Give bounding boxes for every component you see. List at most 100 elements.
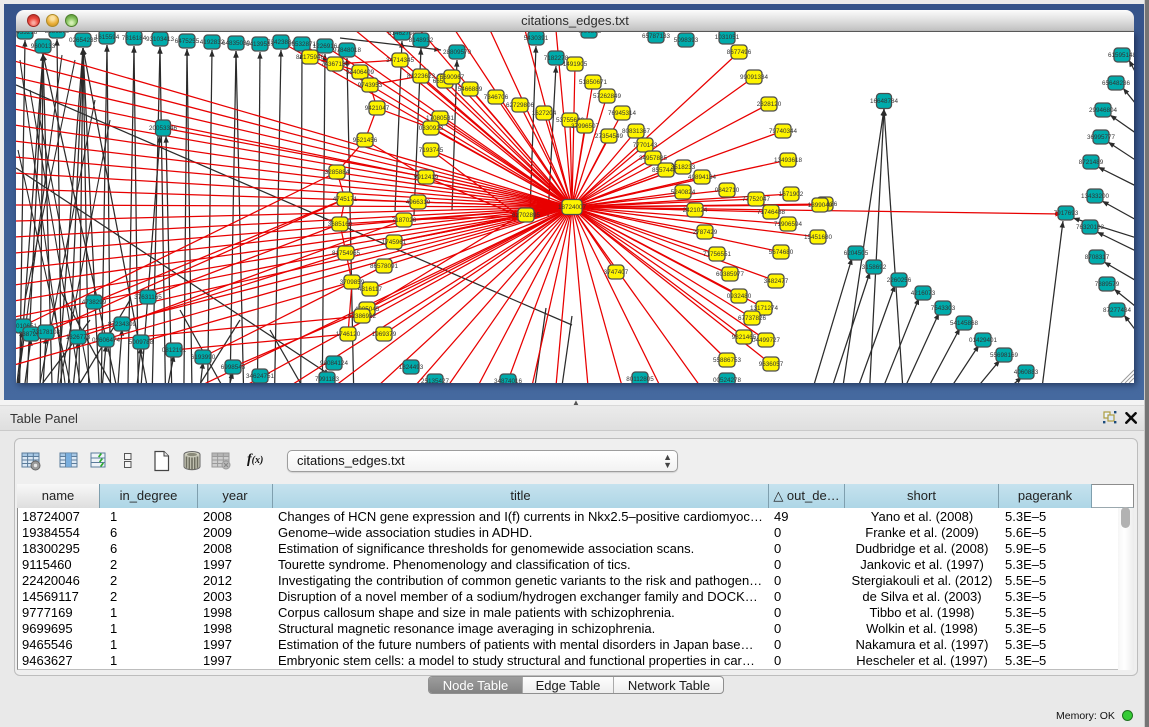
svg-text:16648784: 16648784 (870, 98, 899, 105)
svg-text:5098393: 5098393 (674, 37, 699, 44)
svg-text:36995777: 36995777 (1087, 134, 1116, 141)
svg-text:1399049: 1399049 (808, 202, 833, 209)
svg-text:62729806: 62729806 (506, 102, 535, 109)
svg-text:1969379: 1969379 (372, 331, 397, 338)
svg-text:7816184: 7816184 (122, 35, 147, 42)
svg-text:27354549: 27354549 (595, 133, 624, 140)
svg-text:74367136: 74367136 (321, 61, 350, 68)
svg-text:80112805: 80112805 (626, 376, 654, 383)
svg-text:4966319: 4966319 (406, 199, 431, 206)
svg-text:4745171: 4745171 (333, 196, 358, 203)
svg-text:55698169: 55698169 (990, 352, 1019, 359)
svg-text:71756551: 71756551 (703, 251, 732, 258)
svg-text:1627204: 1627204 (532, 110, 557, 117)
svg-text:6204505: 6204505 (844, 250, 869, 257)
svg-text:61595148: 61595148 (1108, 52, 1134, 59)
svg-text:29946804: 29946804 (1089, 107, 1118, 114)
svg-text:3709859: 3709859 (340, 279, 365, 286)
svg-text:25135427: 25135427 (421, 378, 450, 383)
svg-text:0433218: 0433218 (16, 32, 38, 36)
svg-text:86578091: 86578091 (370, 263, 399, 270)
svg-text:1824493: 1824493 (399, 364, 424, 371)
svg-text:2328120: 2328120 (757, 101, 782, 108)
svg-text:65648236: 65648236 (1102, 80, 1131, 87)
svg-text:9600133: 9600133 (31, 43, 56, 50)
svg-text:79740344: 79740344 (769, 128, 798, 135)
svg-text:13433200: 13433200 (1081, 193, 1110, 200)
svg-text:7770143: 7770143 (633, 142, 658, 149)
svg-text:34624751: 34624751 (246, 373, 275, 380)
svg-text:80831367: 80831367 (622, 128, 651, 135)
svg-text:0842710: 0842710 (715, 187, 740, 194)
svg-text:9636057: 9636057 (759, 361, 784, 368)
svg-text:34957885: 34957885 (639, 155, 668, 162)
svg-text:5466889: 5466889 (458, 86, 483, 93)
svg-text:2260256: 2260256 (887, 277, 912, 284)
svg-text:87234309: 87234309 (108, 321, 137, 328)
svg-text:8148932: 8148932 (409, 37, 434, 44)
svg-text:4316117: 4316117 (358, 286, 383, 293)
svg-text:93103413: 93103413 (146, 36, 175, 43)
svg-text:20053346: 20053346 (149, 125, 178, 132)
svg-text:3685160: 3685160 (328, 221, 353, 228)
svg-text:65787133: 65787133 (642, 33, 671, 40)
svg-text:67737826: 67737826 (738, 315, 767, 322)
svg-text:1031051: 1031051 (715, 34, 740, 41)
svg-text:81754965: 81754965 (332, 250, 361, 257)
svg-text:81223623: 81223623 (407, 73, 436, 80)
svg-text:37996507: 37996507 (571, 123, 600, 130)
svg-text:7193745: 7193745 (419, 147, 444, 154)
svg-text:01429401: 01429401 (969, 337, 998, 344)
svg-text:1745961: 1745961 (382, 239, 407, 246)
svg-text:55886753: 55886753 (713, 357, 742, 364)
svg-text:9521456: 9521456 (353, 137, 378, 144)
svg-text:02606474: 02606474 (92, 337, 121, 344)
svg-text:54145868: 54145868 (950, 320, 979, 327)
svg-text:00524278: 00524278 (713, 377, 742, 383)
svg-text:0812191: 0812191 (162, 347, 187, 354)
svg-text:7917693: 7917693 (1054, 210, 1079, 217)
svg-text:99091334: 99091334 (740, 74, 769, 81)
svg-text:02654235: 02654235 (69, 37, 98, 44)
svg-text:49894134: 49894134 (688, 174, 717, 181)
svg-text:9743953: 9743953 (358, 82, 383, 89)
svg-text:8386379: 8386379 (45, 32, 70, 35)
svg-text:4738299: 4738299 (82, 299, 107, 306)
svg-text:9912419: 9912419 (414, 174, 439, 181)
svg-text:62386922: 62386922 (348, 313, 377, 320)
svg-text:6690967: 6690967 (440, 74, 465, 81)
svg-text:60385977: 60385977 (716, 271, 745, 278)
svg-text:2421024: 2421024 (683, 207, 708, 214)
svg-text:6998543: 6998543 (221, 364, 246, 371)
svg-text:1746120: 1746120 (336, 331, 361, 338)
svg-text:15451680: 15451680 (804, 234, 833, 241)
svg-text:0932480: 0932480 (727, 293, 752, 300)
svg-text:3285884: 3285884 (325, 169, 350, 176)
svg-text:5240824: 5240824 (671, 189, 696, 196)
svg-text:28809570: 28809570 (443, 49, 472, 56)
svg-text:5009788: 5009788 (129, 339, 154, 346)
svg-text:1326773: 1326773 (66, 334, 91, 341)
svg-text:4060883: 4060883 (1014, 369, 1039, 376)
svg-text:34874016: 34874016 (494, 378, 523, 383)
svg-text:62702895: 62702895 (512, 212, 541, 219)
svg-text:94406409: 94406409 (346, 69, 375, 76)
svg-text:57262849: 57262849 (593, 93, 622, 100)
svg-text:1491905: 1491905 (563, 61, 588, 68)
svg-text:73178108: 73178108 (32, 329, 61, 336)
svg-text:3747407: 3747407 (604, 269, 629, 276)
svg-text:5674680: 5674680 (769, 249, 794, 256)
svg-text:3518233: 3518233 (671, 164, 696, 171)
svg-text:1671902: 1671902 (779, 191, 804, 198)
svg-text:6475255: 6475255 (175, 38, 200, 45)
svg-text:77752047: 77752047 (742, 196, 771, 203)
svg-text:5430391: 5430391 (524, 35, 549, 42)
svg-text:9421047: 9421047 (365, 105, 390, 112)
svg-text:2787429: 2787429 (693, 229, 718, 236)
svg-text:8708317: 8708317 (1085, 254, 1110, 261)
svg-text:51850671: 51850671 (579, 79, 608, 86)
svg-text:76320163: 76320163 (1076, 224, 1105, 231)
svg-text:04499727: 04499727 (752, 337, 781, 344)
svg-text:7991183: 7991183 (315, 376, 340, 383)
svg-text:13493618: 13493618 (774, 157, 803, 164)
